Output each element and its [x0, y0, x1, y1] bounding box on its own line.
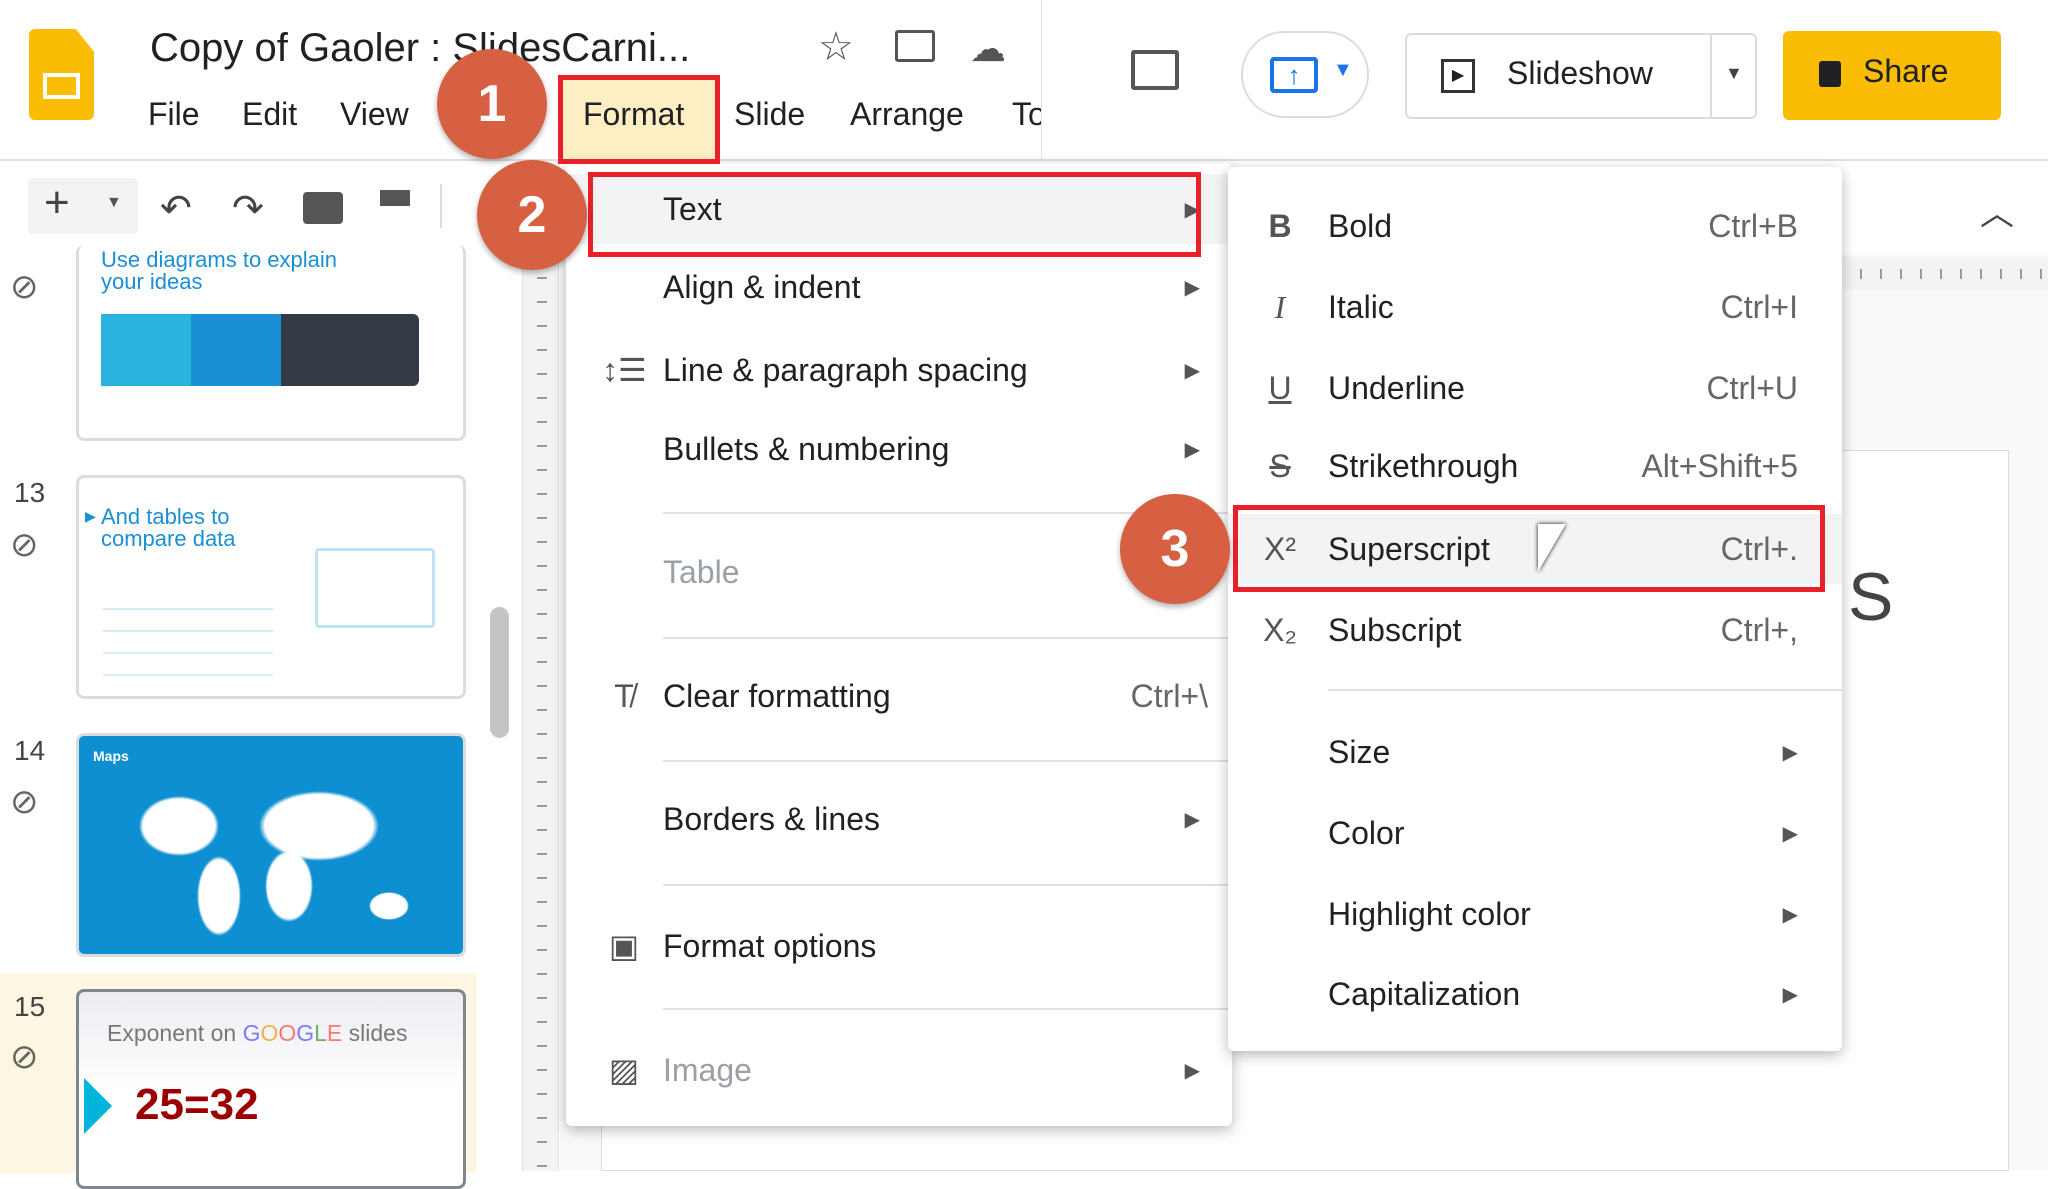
menu-file[interactable]: File [148, 96, 200, 133]
play-icon: ▶ [1441, 59, 1475, 93]
speaker-notes-link-icon: ⊘ [10, 783, 39, 821]
slide-number: 14 [14, 735, 46, 766]
document-title[interactable]: Copy of Gaoler : SlidesCarni... [150, 26, 690, 71]
slideshow-options-chevron-icon[interactable]: ▼ [1725, 63, 1743, 84]
menu-item-borders-lines[interactable]: Borders & lines ▶ [566, 784, 1232, 854]
speaker-notes-link-icon: ⊘ [10, 526, 39, 564]
share-button[interactable]: Share [1783, 31, 2001, 120]
chevron-up-icon[interactable]: ︿ [1980, 186, 2014, 235]
chevron-down-icon: ▼ [106, 194, 122, 211]
submenu-arrow-icon: ▶ [1184, 1059, 1200, 1082]
image-icon: ▨ [608, 1052, 640, 1088]
menu-item-clear-formatting[interactable]: T̸ Clear formatting Ctrl+\ [566, 661, 1232, 731]
menu-edit[interactable]: Edit [242, 96, 297, 133]
menu-tools[interactable]: To [1012, 96, 1042, 133]
submenu-arrow-icon: ▶ [1184, 276, 1200, 299]
present-icon: ↑ [1270, 57, 1318, 93]
thumb-formula: 25=32 [135, 1080, 259, 1129]
subscript-icon: X₂ [1263, 611, 1297, 648]
thumb-title: And tables to compare data [101, 504, 236, 551]
submenu-arrow-icon: ▶ [1184, 438, 1200, 461]
submenu-arrow-icon: ▶ [1782, 822, 1798, 845]
bullet-triangle-icon [84, 1078, 112, 1134]
menu-item-bullets[interactable]: Bullets & numbering ▶ [566, 414, 1232, 484]
menu-item-line-spacing[interactable]: ↕☰ Line & paragraph spacing ▶ [566, 335, 1232, 405]
menu-item-italic[interactable]: I Italic Ctrl+I [1228, 272, 1842, 342]
step-badge-2: 2 [477, 160, 587, 270]
submenu-arrow-icon: ▶ [1782, 983, 1798, 1006]
slide-thumb-12[interactable]: Use diagrams to explain your ideas [76, 245, 466, 441]
menu-item-align-indent[interactable]: Align & indent ▶ [566, 252, 1232, 322]
redo-icon[interactable]: ↷ [232, 186, 264, 231]
vertical-ruler [522, 255, 559, 1171]
underline-icon: U [1268, 369, 1292, 406]
highlight-box-format [558, 75, 720, 164]
slide-thumb-15[interactable]: Exponent on GOOGLE slides 25=32 [76, 989, 466, 1189]
submenu-arrow-icon: ▶ [1782, 741, 1798, 764]
speaker-notes-link-icon: ⊘ [10, 1038, 39, 1076]
bold-icon: B [1268, 207, 1292, 244]
filmstrip-scrollbar[interactable] [490, 607, 509, 738]
slides-logo[interactable] [29, 29, 94, 120]
menu-item-color[interactable]: Color ▶ [1228, 798, 1842, 868]
strikethrough-icon: S [1269, 447, 1291, 484]
format-menu: Text ▶ Align & indent ▶ ↕☰ Line & paragraph… [566, 163, 1232, 1126]
header-divider [0, 159, 2048, 161]
star-icon[interactable]: ☆ [818, 24, 854, 70]
lock-icon [1819, 61, 1841, 87]
toolbar-divider [440, 184, 442, 228]
highlight-box-superscript [1233, 505, 1825, 592]
slideshow-label: Slideshow [1507, 55, 1653, 91]
submenu-arrow-icon: ▶ [1782, 903, 1798, 926]
move-folder-icon[interactable] [895, 30, 935, 62]
menu-item-capitalization[interactable]: Capitalization ▶ [1228, 959, 1842, 1029]
format-options-icon: ▣ [608, 928, 640, 964]
menu-item-image: ▨ Image ▶ [566, 1035, 1232, 1105]
menu-item-format-options[interactable]: ▣ Format options [566, 911, 1232, 981]
step-badge-1: 1 [437, 49, 547, 159]
menu-item-bold[interactable]: B Bold Ctrl+B [1228, 191, 1842, 261]
undo-icon[interactable]: ↶ [160, 186, 192, 231]
menu-arrange[interactable]: Arrange [850, 96, 964, 133]
print-icon[interactable] [303, 192, 343, 224]
present-button[interactable]: ↑ ▼ [1241, 31, 1369, 118]
highlight-box-text [588, 172, 1201, 257]
mouse-cursor-icon [1538, 524, 1566, 572]
paint-format-icon[interactable] [380, 190, 410, 206]
slideshow-button[interactable]: ▶ Slideshow ▼ [1405, 33, 1757, 119]
thumb-title: Maps [93, 748, 129, 764]
thumb-title: Use diagrams to explain your ideas [101, 247, 338, 294]
chevron-down-icon: ▼ [1333, 59, 1353, 81]
horizontal-ruler [1842, 257, 2048, 290]
speaker-notes-link-icon: ⊘ [10, 268, 39, 306]
comment-icon[interactable] [1131, 50, 1179, 90]
filmstrip: Use diagrams to explain your ideas ⊘ 13 … [0, 245, 520, 1189]
slide-number: 15 [14, 991, 46, 1022]
plus-icon: + [44, 178, 70, 227]
step-badge-3: 3 [1120, 494, 1230, 604]
submenu-arrow-icon: ▶ [1184, 808, 1200, 831]
new-slide-button[interactable]: + ▼ [28, 178, 138, 234]
italic-icon: I [1274, 288, 1286, 325]
menu-item-highlight-color[interactable]: Highlight color ▶ [1228, 879, 1842, 949]
menu-item-subscript[interactable]: X₂ Subscript Ctrl+, [1228, 595, 1842, 665]
cloud-saved-icon[interactable]: ☁ [970, 28, 1006, 70]
menu-item-strikethrough[interactable]: S Strikethrough Alt+Shift+5 [1228, 431, 1842, 501]
text-submenu: B Bold Ctrl+B I Italic Ctrl+I U Underline Ctrl… [1228, 167, 1842, 1051]
thumb-title: Exponent on GOOGLE slides [107, 1020, 408, 1046]
slide-thumb-14[interactable]: Maps [76, 733, 466, 957]
share-label: Share [1863, 53, 1949, 89]
slide-number: 13 [14, 477, 46, 508]
world-map-image [119, 786, 419, 936]
canvas-text[interactable]: S [1848, 558, 1893, 636]
menu-view[interactable]: View [340, 96, 409, 133]
submenu-arrow-icon: ▶ [1184, 359, 1200, 382]
menu-slide[interactable]: Slide [734, 96, 805, 133]
menu-item-underline[interactable]: U Underline Ctrl+U [1228, 353, 1842, 423]
line-spacing-icon: ↕☰ [602, 352, 647, 388]
menu-item-size[interactable]: Size ▶ [1228, 717, 1842, 787]
slide-thumb-13[interactable]: ▶ And tables to compare data [76, 475, 466, 699]
clear-formatting-icon: T̸ [614, 677, 634, 714]
